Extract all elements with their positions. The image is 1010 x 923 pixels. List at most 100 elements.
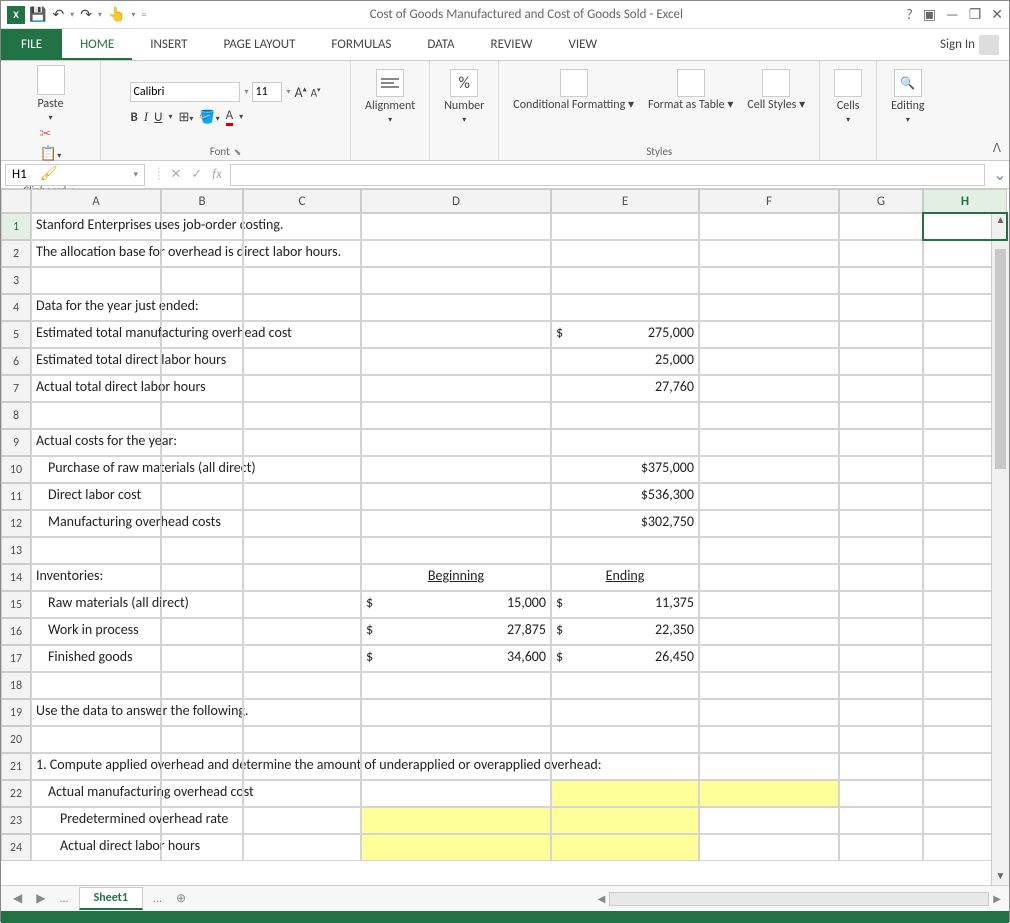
sheet-nav-dots[interactable]: ... [55, 892, 72, 906]
paste-button[interactable]: Paste▾ [37, 65, 65, 123]
tab-formulas[interactable]: FORMULAS [313, 29, 409, 60]
tab-review[interactable]: REVIEW [473, 29, 551, 60]
column-header-A[interactable]: A [31, 189, 161, 213]
cell-G22[interactable] [839, 780, 923, 807]
cell-D16[interactable]: $27,875 [361, 618, 551, 645]
cell-C8[interactable] [243, 402, 361, 429]
cell-G13[interactable] [839, 537, 923, 564]
cut-icon[interactable]: ✂ [40, 125, 61, 142]
ribbon-options-icon[interactable]: ▣ [923, 6, 936, 23]
cell-C12[interactable] [243, 510, 361, 537]
cell-F19[interactable] [699, 699, 839, 726]
scroll-down-icon[interactable]: ▼ [992, 869, 1009, 885]
cell-C2[interactable] [243, 240, 361, 267]
editing-button[interactable]: 🔍Editing▾ [885, 65, 930, 129]
cell-E5[interactable]: $275,000 [551, 321, 699, 348]
cell-B18[interactable] [161, 672, 243, 699]
cell-D12[interactable] [361, 510, 551, 537]
cell-E12[interactable]: $302,750 [551, 510, 699, 537]
cell-D6[interactable] [361, 348, 551, 375]
cell-E7[interactable]: 27,760 [551, 375, 699, 402]
column-header-B[interactable]: B [161, 189, 243, 213]
cell-E10[interactable]: $375,000 [551, 456, 699, 483]
cell-E24[interactable] [551, 834, 699, 861]
column-header-G[interactable]: G [839, 189, 923, 213]
cell-G6[interactable] [839, 348, 923, 375]
borders-icon[interactable]: ⊞▾ [178, 110, 193, 125]
cell-E18[interactable] [551, 672, 699, 699]
cell-F24[interactable] [699, 834, 839, 861]
tab-file[interactable]: FILE [1, 29, 62, 60]
cell-B6[interactable] [161, 348, 243, 375]
sheet-nav-dots-2[interactable]: ... [149, 892, 166, 906]
cell-F3[interactable] [699, 267, 839, 294]
cell-G23[interactable] [839, 807, 923, 834]
cell-A4[interactable]: Data for the year just ended: [31, 294, 161, 321]
cell-C4[interactable] [243, 294, 361, 321]
cell-B13[interactable] [161, 537, 243, 564]
font-name-input[interactable] [130, 82, 240, 102]
copy-icon[interactable]: 📋▾ [40, 145, 61, 162]
cell-E6[interactable]: 25,000 [551, 348, 699, 375]
cell-D22[interactable] [361, 780, 551, 807]
cell-A7[interactable]: Actual total direct labor hours [31, 375, 161, 402]
cell-E15[interactable]: $11,375 [551, 591, 699, 618]
cell-A23[interactable]: Predetermined overhead rate [31, 807, 161, 834]
cell-B16[interactable] [161, 618, 243, 645]
cell-G1[interactable] [839, 213, 923, 240]
alignment-button[interactable]: Alignment▾ [359, 65, 421, 129]
cell-F10[interactable] [699, 456, 839, 483]
cell-F8[interactable] [699, 402, 839, 429]
cell-A2[interactable]: The allocation base for overhead is dire… [31, 240, 161, 267]
cell-D10[interactable] [361, 456, 551, 483]
cell-C22[interactable] [243, 780, 361, 807]
scrollbar-thumb[interactable] [995, 249, 1006, 469]
increase-font-icon[interactable]: A▴ [295, 84, 307, 101]
cell-E9[interactable] [551, 429, 699, 456]
horizontal-scrollbar[interactable] [609, 892, 989, 906]
touch-mode-icon[interactable]: 👆 [108, 6, 125, 23]
cell-E13[interactable] [551, 537, 699, 564]
cell-B15[interactable] [161, 591, 243, 618]
tab-view[interactable]: VIEW [551, 29, 616, 60]
cell-F7[interactable] [699, 375, 839, 402]
cell-D18[interactable] [361, 672, 551, 699]
cell-F5[interactable] [699, 321, 839, 348]
cell-C21[interactable] [243, 753, 361, 780]
cell-A17[interactable]: Finished goods [31, 645, 161, 672]
cell-F21[interactable] [699, 753, 839, 780]
cell-G12[interactable] [839, 510, 923, 537]
cell-C13[interactable] [243, 537, 361, 564]
hscroll-right-icon[interactable]: ▶ [993, 892, 1001, 905]
cell-D1[interactable] [361, 213, 551, 240]
cell-G7[interactable] [839, 375, 923, 402]
cell-G9[interactable] [839, 429, 923, 456]
cell-C11[interactable] [243, 483, 361, 510]
cell-E11[interactable]: $536,300 [551, 483, 699, 510]
cell-G8[interactable] [839, 402, 923, 429]
cell-C10[interactable] [243, 456, 361, 483]
cell-C5[interactable] [243, 321, 361, 348]
sheet-tab-sheet1[interactable]: Sheet1 [79, 887, 143, 910]
cell-G14[interactable] [839, 564, 923, 591]
cell-C6[interactable] [243, 348, 361, 375]
cell-G4[interactable] [839, 294, 923, 321]
cell-B9[interactable] [161, 429, 243, 456]
cell-A10[interactable]: Purchase of raw materials (all direct) [31, 456, 161, 483]
row-header[interactable]: 11 [1, 483, 31, 510]
cancel-formula-icon[interactable]: ✕ [170, 167, 181, 182]
vertical-scrollbar[interactable]: ▲ ▼ [991, 213, 1009, 885]
row-header[interactable]: 4 [1, 294, 31, 321]
row-header[interactable]: 10 [1, 456, 31, 483]
cell-B10[interactable] [161, 456, 243, 483]
cell-B21[interactable] [161, 753, 243, 780]
row-header[interactable]: 3 [1, 267, 31, 294]
cell-C3[interactable] [243, 267, 361, 294]
tab-home[interactable]: HOME [62, 29, 132, 60]
row-header[interactable]: 9 [1, 429, 31, 456]
cell-D8[interactable] [361, 402, 551, 429]
cell-D15[interactable]: $15,000 [361, 591, 551, 618]
cell-C1[interactable] [243, 213, 361, 240]
column-header-C[interactable]: C [243, 189, 361, 213]
cell-A12[interactable]: Manufacturing overhead costs [31, 510, 161, 537]
